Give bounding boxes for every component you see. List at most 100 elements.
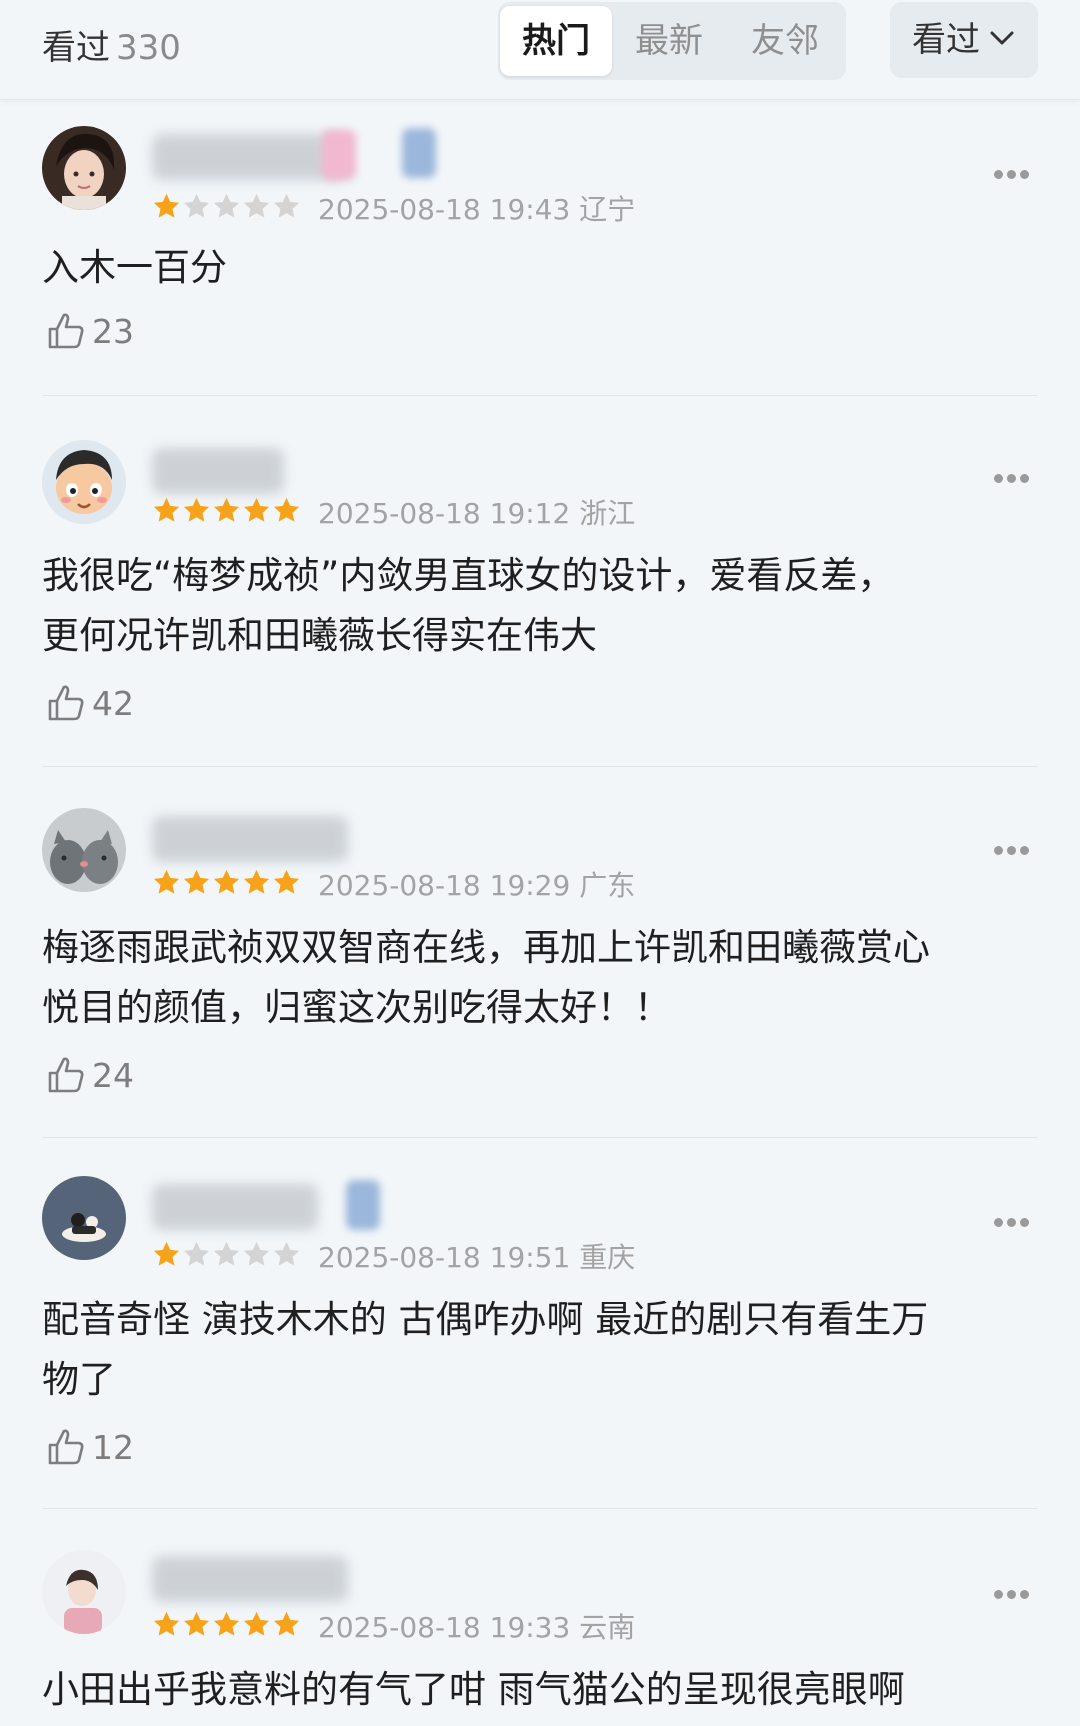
- comment-item: 2025-08-18 19:29 广东 梅逐雨跟武祯双双智商在线，再加上许凯和田…: [0, 794, 1080, 1134]
- more-options-icon[interactable]: [994, 468, 1038, 483]
- star-empty-icon: [243, 1241, 270, 1266]
- star-filled-icon: [243, 497, 270, 522]
- star-filled-icon: [153, 869, 180, 894]
- comment-item: 2025-08-18 19:33 云南 小田出乎我意料的有气了咁 雨气猫公的呈现…: [0, 1536, 1080, 1726]
- avatar-image: [42, 1550, 126, 1634]
- comment-text: 小田出乎我意料的有气了咁 雨气猫公的呈现很亮眼啊: [42, 1668, 905, 1711]
- star-rating: [152, 1240, 301, 1270]
- star-rating: [152, 1610, 301, 1640]
- star-filled-icon: [243, 869, 270, 894]
- divider: [42, 1508, 1038, 1509]
- comment-region: 辽宁: [579, 193, 636, 226]
- comment-region: 广东: [579, 869, 636, 902]
- more-options-icon[interactable]: [994, 164, 1038, 179]
- username-blurred[interactable]: [152, 134, 348, 180]
- comment-text: 梅逐雨跟武祯双双智商在线，再加上许凯和田曦薇赏心 悦目的颜值，归蜜这次别吃得太好…: [42, 926, 930, 1029]
- sort-segmented-control: 热门 最新 友邻: [498, 2, 846, 80]
- user-badge-blurred: [402, 128, 436, 178]
- comment-region: 浙江: [579, 497, 636, 530]
- comment-meta: 2025-08-18 19:12 浙江: [318, 492, 635, 532]
- avatar-image: [42, 126, 126, 210]
- thumbs-up-icon: [48, 313, 84, 349]
- username-blurred[interactable]: [152, 816, 348, 862]
- avatar[interactable]: [42, 1550, 126, 1634]
- star-empty-icon: [243, 193, 270, 218]
- comment-region: 重庆: [579, 1241, 636, 1274]
- like-count: 12: [92, 1427, 134, 1467]
- star-filled-icon: [183, 497, 210, 522]
- comment-text: 配音奇怪 演技木木的 古偶咋办啊 最近的剧只有看生万 物了: [42, 1298, 929, 1401]
- star-filled-icon: [273, 869, 300, 894]
- comment-date: 2025-08-18 19:43: [318, 193, 571, 226]
- star-filled-icon: [153, 1611, 180, 1636]
- star-filled-icon: [213, 1611, 240, 1636]
- star-filled-icon: [183, 1611, 210, 1636]
- top-bar: 看过 330 热门 最新 友邻 看过: [0, 0, 1080, 100]
- like-button[interactable]: 24: [46, 1054, 134, 1096]
- like-count: 23: [92, 311, 134, 351]
- tab-friends[interactable]: 友邻: [730, 6, 840, 76]
- more-options-icon[interactable]: [994, 1212, 1038, 1227]
- username-blurred[interactable]: [152, 1184, 318, 1230]
- tab-latest[interactable]: 最新: [614, 6, 724, 76]
- avatar[interactable]: [42, 126, 126, 210]
- divider: [42, 766, 1038, 767]
- like-button[interactable]: 42: [46, 682, 134, 724]
- comment-region: 云南: [579, 1611, 636, 1644]
- star-empty-icon: [183, 193, 210, 218]
- thumbs-up-icon: [48, 1057, 84, 1093]
- avatar[interactable]: [42, 1176, 126, 1260]
- star-filled-icon: [183, 869, 210, 894]
- avatar-image: [42, 808, 126, 892]
- star-filled-icon: [213, 497, 240, 522]
- comment-item: 2025-08-18 19:12 浙江 我很吃“梅梦成祯”内敛男直球女的设计，爱…: [0, 422, 1080, 762]
- star-filled-icon: [213, 869, 240, 894]
- star-empty-icon: [213, 193, 240, 218]
- star-rating: [152, 192, 301, 222]
- comment-item: 2025-08-18 19:43 辽宁 入木一百分 23: [0, 118, 1080, 398]
- like-button[interactable]: 12: [46, 1426, 134, 1468]
- more-options-icon[interactable]: [994, 1584, 1038, 1599]
- star-empty-icon: [273, 1241, 300, 1266]
- comment-text: 入木一百分: [42, 246, 227, 289]
- user-badge-blurred: [322, 130, 356, 180]
- star-filled-icon: [153, 193, 180, 218]
- avatar-image: [42, 440, 126, 524]
- comment-item: 2025-08-18 19:51 重庆 配音奇怪 演技木木的 古偶咋办啊 最近的…: [0, 1166, 1080, 1506]
- divider: [42, 1137, 1038, 1138]
- seen-count-number: 330: [116, 28, 181, 68]
- seen-count-label: 看过 330: [42, 20, 181, 69]
- comment-meta: 2025-08-18 19:29 广东: [318, 864, 635, 904]
- comment-date: 2025-08-18 19:29: [318, 869, 571, 902]
- like-button[interactable]: 23: [46, 310, 134, 352]
- comments-page: 看过 330 热门 最新 友邻 看过 2025-08-18 19:43 辽宁 入…: [0, 0, 1080, 1726]
- avatar[interactable]: [42, 808, 126, 892]
- divider: [42, 395, 1038, 396]
- avatar[interactable]: [42, 440, 126, 524]
- star-filled-icon: [243, 1611, 270, 1636]
- user-badge-blurred: [346, 1180, 380, 1230]
- comment-date: 2025-08-18 19:12: [318, 497, 571, 530]
- star-empty-icon: [273, 193, 300, 218]
- star-empty-icon: [213, 1241, 240, 1266]
- comment-meta: 2025-08-18 19:43 辽宁: [318, 188, 635, 228]
- comment-text: 我很吃“梅梦成祯”内敛男直球女的设计，爱看反差， 更何况许凯和田曦薇长得实在伟大: [42, 554, 895, 657]
- status-filter-dropdown[interactable]: 看过: [890, 2, 1038, 78]
- star-rating: [152, 868, 301, 898]
- star-empty-icon: [183, 1241, 210, 1266]
- thumbs-up-icon: [48, 685, 84, 721]
- thumbs-up-icon: [48, 1429, 84, 1465]
- star-filled-icon: [153, 497, 180, 522]
- username-blurred[interactable]: [152, 1556, 348, 1602]
- star-rating: [152, 496, 301, 526]
- avatar-image: [42, 1176, 126, 1260]
- star-filled-icon: [273, 497, 300, 522]
- comment-meta: 2025-08-18 19:51 重庆: [318, 1236, 635, 1276]
- comment-date: 2025-08-18 19:51: [318, 1241, 571, 1274]
- status-filter-label: 看过: [912, 20, 980, 60]
- comment-date: 2025-08-18 19:33: [318, 1611, 571, 1644]
- tab-hot[interactable]: 热门: [500, 6, 612, 76]
- chevron-down-icon: [990, 31, 1014, 45]
- more-options-icon[interactable]: [994, 840, 1038, 855]
- username-blurred[interactable]: [152, 448, 284, 494]
